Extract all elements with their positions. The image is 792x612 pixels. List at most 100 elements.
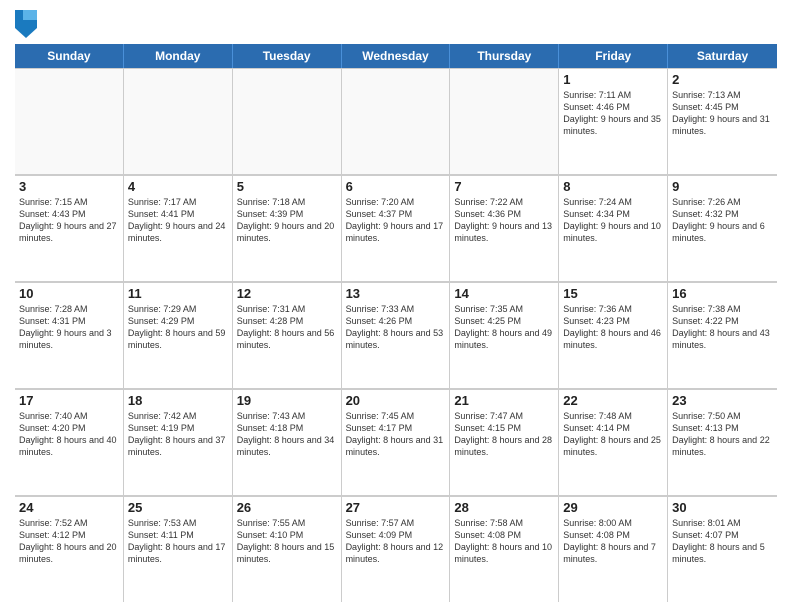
calendar-cell: 7 Sunrise: 7:22 AM Sunset: 4:36 PM Daylig…	[450, 176, 559, 281]
day-info: Sunrise: 8:01 AM Sunset: 4:07 PM Dayligh…	[672, 517, 773, 566]
day-number: 21	[454, 393, 554, 408]
day-info: Sunrise: 7:43 AM Sunset: 4:18 PM Dayligh…	[237, 410, 337, 459]
calendar-cell: 29 Sunrise: 8:00 AM Sunset: 4:08 PM Dayli…	[559, 497, 668, 602]
weekday-header-thursday: Thursday	[450, 44, 559, 68]
weekday-header-sunday: Sunday	[15, 44, 124, 68]
day-number: 22	[563, 393, 663, 408]
calendar-cell: 20Sunrise: 7:45 AM Sunset: 4:17 PM Dayli…	[342, 390, 451, 495]
day-info: Sunrise: 7:20 AM Sunset: 4:37 PM Dayligh…	[346, 196, 446, 245]
calendar-cell: 4 Sunrise: 7:17 AM Sunset: 4:41 PM Daylig…	[124, 176, 233, 281]
calendar-cell: 25 Sunrise: 7:53 AM Sunset: 4:11 PM Dayli…	[124, 497, 233, 602]
calendar: SundayMondayTuesdayWednesdayThursdayFrid…	[15, 44, 777, 602]
day-number: 11	[128, 286, 228, 301]
calendar-cell: 8 Sunrise: 7:24 AM Sunset: 4:34 PM Daylig…	[559, 176, 668, 281]
day-number: 6	[346, 179, 446, 194]
calendar-cell: 10 Sunrise: 7:28 AM Sunset: 4:31 PM Dayli…	[15, 283, 124, 388]
calendar-header-row: SundayMondayTuesdayWednesdayThursdayFrid…	[15, 44, 777, 68]
day-number: 14	[454, 286, 554, 301]
day-number: 29	[563, 500, 663, 515]
calendar-cell: 21 Sunrise: 7:47 AM Sunset: 4:15 PM Dayli…	[450, 390, 559, 495]
day-number: 23	[672, 393, 773, 408]
day-number: 28	[454, 500, 554, 515]
day-info: Sunrise: 7:18 AM Sunset: 4:39 PM Dayligh…	[237, 196, 337, 245]
day-info: Sunrise: 7:29 AM Sunset: 4:29 PM Dayligh…	[128, 303, 228, 352]
calendar-row-1: 3Sunrise: 7:15 AM Sunset: 4:43 PM Daylig…	[15, 175, 777, 282]
calendar-row-2: 10 Sunrise: 7:28 AM Sunset: 4:31 PM Dayli…	[15, 282, 777, 389]
day-info: Sunrise: 7:50 AM Sunset: 4:13 PM Dayligh…	[672, 410, 773, 459]
weekday-header-friday: Friday	[559, 44, 668, 68]
day-number: 17	[19, 393, 119, 408]
day-info: Sunrise: 7:55 AM Sunset: 4:10 PM Dayligh…	[237, 517, 337, 566]
day-number: 12	[237, 286, 337, 301]
calendar-cell: 18 Sunrise: 7:42 AM Sunset: 4:19 PM Dayli…	[124, 390, 233, 495]
calendar-cell: 1 Sunrise: 7:11 AM Sunset: 4:46 PM Daylig…	[559, 69, 668, 174]
weekday-header-tuesday: Tuesday	[233, 44, 342, 68]
day-info: Sunrise: 8:00 AM Sunset: 4:08 PM Dayligh…	[563, 517, 663, 566]
day-number: 18	[128, 393, 228, 408]
day-number: 8	[563, 179, 663, 194]
day-info: Sunrise: 7:28 AM Sunset: 4:31 PM Dayligh…	[19, 303, 119, 352]
day-number: 4	[128, 179, 228, 194]
day-info: Sunrise: 7:17 AM Sunset: 4:41 PM Dayligh…	[128, 196, 228, 245]
day-number: 16	[672, 286, 773, 301]
day-number: 10	[19, 286, 119, 301]
page-header	[15, 10, 777, 38]
day-number: 5	[237, 179, 337, 194]
day-info: Sunrise: 7:42 AM Sunset: 4:19 PM Dayligh…	[128, 410, 228, 459]
day-number: 20	[346, 393, 446, 408]
calendar-cell: 24 Sunrise: 7:52 AM Sunset: 4:12 PM Dayli…	[15, 497, 124, 602]
day-info: Sunrise: 7:24 AM Sunset: 4:34 PM Dayligh…	[563, 196, 663, 245]
calendar-cell: 14 Sunrise: 7:35 AM Sunset: 4:25 PM Dayli…	[450, 283, 559, 388]
day-info: Sunrise: 7:11 AM Sunset: 4:46 PM Dayligh…	[563, 89, 663, 138]
calendar-cell: 5 Sunrise: 7:18 AM Sunset: 4:39 PM Daylig…	[233, 176, 342, 281]
calendar-cell	[233, 69, 342, 174]
weekday-header-saturday: Saturday	[668, 44, 777, 68]
calendar-cell: 6 Sunrise: 7:20 AM Sunset: 4:37 PM Daylig…	[342, 176, 451, 281]
day-info: Sunrise: 7:33 AM Sunset: 4:26 PM Dayligh…	[346, 303, 446, 352]
day-info: Sunrise: 7:26 AM Sunset: 4:32 PM Dayligh…	[672, 196, 773, 245]
calendar-cell: 3Sunrise: 7:15 AM Sunset: 4:43 PM Daylig…	[15, 176, 124, 281]
calendar-row-3: 17 Sunrise: 7:40 AM Sunset: 4:20 PM Dayli…	[15, 389, 777, 496]
day-info: Sunrise: 7:31 AM Sunset: 4:28 PM Dayligh…	[237, 303, 337, 352]
day-number: 7	[454, 179, 554, 194]
calendar-cell	[15, 69, 124, 174]
day-info: Sunrise: 7:53 AM Sunset: 4:11 PM Dayligh…	[128, 517, 228, 566]
calendar-cell	[342, 69, 451, 174]
day-info: Sunrise: 7:38 AM Sunset: 4:22 PM Dayligh…	[672, 303, 773, 352]
day-number: 25	[128, 500, 228, 515]
day-info: Sunrise: 7:48 AM Sunset: 4:14 PM Dayligh…	[563, 410, 663, 459]
calendar-cell: 26 Sunrise: 7:55 AM Sunset: 4:10 PM Dayli…	[233, 497, 342, 602]
calendar-row-4: 24 Sunrise: 7:52 AM Sunset: 4:12 PM Dayli…	[15, 496, 777, 602]
day-info: Sunrise: 7:40 AM Sunset: 4:20 PM Dayligh…	[19, 410, 119, 459]
calendar-cell: 22 Sunrise: 7:48 AM Sunset: 4:14 PM Dayli…	[559, 390, 668, 495]
day-number: 1	[563, 72, 663, 87]
day-number: 13	[346, 286, 446, 301]
day-info: Sunrise: 7:52 AM Sunset: 4:12 PM Dayligh…	[19, 517, 119, 566]
day-number: 30	[672, 500, 773, 515]
weekday-header-monday: Monday	[124, 44, 233, 68]
calendar-cell: 2Sunrise: 7:13 AM Sunset: 4:45 PM Daylig…	[668, 69, 777, 174]
calendar-cell: 30 Sunrise: 8:01 AM Sunset: 4:07 PM Dayli…	[668, 497, 777, 602]
calendar-cell: 19Sunrise: 7:43 AM Sunset: 4:18 PM Dayli…	[233, 390, 342, 495]
day-number: 24	[19, 500, 119, 515]
day-number: 26	[237, 500, 337, 515]
calendar-cell: 11 Sunrise: 7:29 AM Sunset: 4:29 PM Dayli…	[124, 283, 233, 388]
calendar-cell	[124, 69, 233, 174]
logo-icon	[15, 10, 37, 38]
calendar-body: 1 Sunrise: 7:11 AM Sunset: 4:46 PM Daylig…	[15, 68, 777, 602]
logo	[15, 10, 41, 38]
day-info: Sunrise: 7:35 AM Sunset: 4:25 PM Dayligh…	[454, 303, 554, 352]
calendar-cell: 13 Sunrise: 7:33 AM Sunset: 4:26 PM Dayli…	[342, 283, 451, 388]
day-info: Sunrise: 7:15 AM Sunset: 4:43 PM Dayligh…	[19, 196, 119, 245]
day-number: 15	[563, 286, 663, 301]
day-info: Sunrise: 7:47 AM Sunset: 4:15 PM Dayligh…	[454, 410, 554, 459]
day-number: 27	[346, 500, 446, 515]
day-number: 2	[672, 72, 773, 87]
calendar-cell: 28 Sunrise: 7:58 AM Sunset: 4:08 PM Dayli…	[450, 497, 559, 602]
calendar-cell: 16 Sunrise: 7:38 AM Sunset: 4:22 PM Dayli…	[668, 283, 777, 388]
calendar-cell: 17 Sunrise: 7:40 AM Sunset: 4:20 PM Dayli…	[15, 390, 124, 495]
day-info: Sunrise: 7:22 AM Sunset: 4:36 PM Dayligh…	[454, 196, 554, 245]
calendar-cell	[450, 69, 559, 174]
day-info: Sunrise: 7:58 AM Sunset: 4:08 PM Dayligh…	[454, 517, 554, 566]
calendar-cell: 12 Sunrise: 7:31 AM Sunset: 4:28 PM Dayli…	[233, 283, 342, 388]
